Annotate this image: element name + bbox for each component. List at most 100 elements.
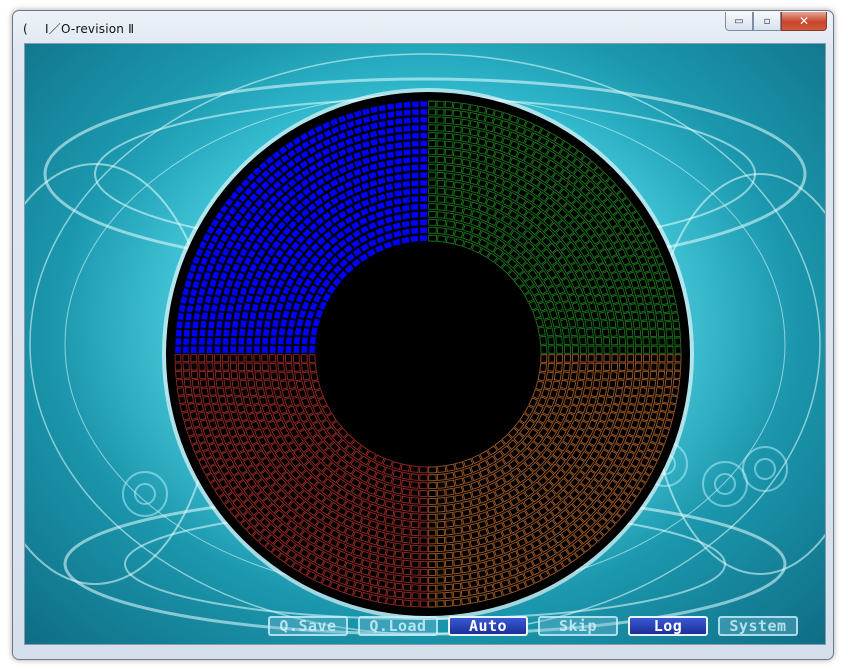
game-scene[interactable]: [25, 44, 825, 644]
disk-sector: [277, 336, 285, 345]
disk-sector: [184, 312, 193, 322]
window-title-text: I／O-revision Ⅱ: [45, 22, 135, 36]
disk-sector: [287, 318, 296, 329]
disk-sector: [419, 226, 428, 234]
disk-sector: [419, 203, 428, 210]
maximize-button[interactable]: ▫: [753, 12, 781, 31]
disk-sector: [237, 345, 245, 354]
disk-sector: [400, 236, 410, 245]
disk-sector: [247, 319, 256, 329]
disk-sector: [215, 320, 224, 329]
disk-sector: [174, 337, 182, 346]
disk-sector: [204, 294, 213, 304]
disk-sector: [410, 203, 419, 211]
game-window: (I／O-revision Ⅱ ▭ ▫ ✕ Q.Save Q.Load Auto Sk…: [12, 10, 834, 660]
disk-sector: [310, 326, 319, 336]
disk-sector: [394, 133, 403, 142]
qload-button[interactable]: Q.Load: [358, 616, 438, 636]
disk-sector: [257, 310, 266, 320]
disk-sector: [401, 196, 411, 204]
disk-sector: [177, 312, 185, 321]
disk-sector: [199, 320, 208, 329]
disk-sector: [402, 132, 412, 141]
disk-sector: [369, 121, 379, 131]
disk-sector: [394, 149, 403, 158]
disk-sector: [206, 345, 213, 354]
disk-sector: [377, 128, 387, 137]
disk-sector: [285, 345, 292, 354]
skip-button[interactable]: Skip: [538, 616, 618, 636]
disk-sector: [198, 337, 206, 346]
disk-sector: [419, 163, 428, 171]
disk-sector: [377, 136, 387, 145]
disk-sector: [271, 319, 280, 329]
disk-sector: [419, 155, 428, 163]
disk-sector: [183, 320, 192, 330]
disk-sector: [182, 337, 190, 346]
disk-sector: [174, 345, 182, 354]
disk-sector: [410, 227, 420, 235]
qsave-button[interactable]: Q.Save: [268, 616, 348, 636]
minimize-button[interactable]: ▭: [725, 12, 753, 31]
title-bar[interactable]: (I／O-revision Ⅱ ▭ ▫ ✕: [13, 11, 833, 43]
disk-sector: [385, 142, 395, 151]
disk-sector: [216, 311, 225, 321]
disk-sector: [186, 304, 195, 314]
disk-sector: [392, 205, 402, 214]
disk-sector: [230, 337, 238, 346]
disk-sector: [222, 345, 229, 354]
disk-sector: [245, 345, 253, 354]
disk-sector: [384, 183, 394, 192]
disk-sector: [410, 195, 420, 203]
disk-sector: [403, 101, 412, 109]
disk-platter: [162, 88, 694, 620]
disk-sector: [183, 329, 191, 338]
disk-sector: [269, 345, 277, 354]
window-title: (I／O-revision Ⅱ: [23, 20, 134, 37]
disk-sector: [224, 312, 233, 321]
disk-sector: [419, 116, 428, 124]
disk-sector: [254, 327, 262, 337]
disk-sector: [411, 140, 420, 148]
auto-button[interactable]: Auto: [448, 616, 528, 636]
maximize-icon: ▫: [763, 15, 771, 27]
disk-sector: [411, 132, 420, 140]
disk-sector: [410, 187, 420, 195]
disk-sector: [226, 303, 235, 313]
disk-sector: [411, 100, 420, 108]
disk-sector: [300, 345, 308, 354]
disk-sector: [394, 141, 403, 150]
disk-sector: [419, 234, 428, 242]
disk-sector: [293, 336, 301, 345]
log-button[interactable]: Log: [628, 616, 708, 636]
disk-sector: [223, 320, 232, 329]
system-button[interactable]: System: [718, 616, 798, 636]
close-icon: ✕: [798, 14, 810, 28]
disk-sector: [419, 211, 428, 218]
disk-sector: [384, 167, 394, 176]
disk-sector: [377, 144, 387, 153]
disk-sector: [402, 140, 411, 149]
disk-sector: [190, 337, 198, 346]
disk-sector: [210, 303, 219, 313]
game-viewport[interactable]: Q.Save Q.Load Auto Skip Log System: [24, 43, 826, 645]
disk-sector: [402, 172, 411, 180]
disk-sector: [393, 181, 403, 190]
disk-sector: [410, 219, 419, 227]
disk-sector: [206, 337, 214, 346]
disk-sector: [385, 158, 395, 167]
disk-sector: [419, 124, 428, 131]
disk-sector: [202, 303, 211, 313]
disk-sector: [386, 110, 396, 119]
disk-sector: [377, 104, 387, 113]
disk-sector: [190, 345, 198, 354]
disk-sector: [176, 320, 184, 329]
disk-sector: [385, 191, 395, 200]
disk-sector: [401, 180, 411, 188]
disk-sector: [419, 195, 428, 203]
disk-sector: [369, 105, 379, 114]
close-button[interactable]: ✕: [781, 12, 827, 31]
disk-sector: [206, 328, 215, 338]
disk-sector: [261, 336, 269, 346]
disk-sector: [175, 329, 183, 338]
